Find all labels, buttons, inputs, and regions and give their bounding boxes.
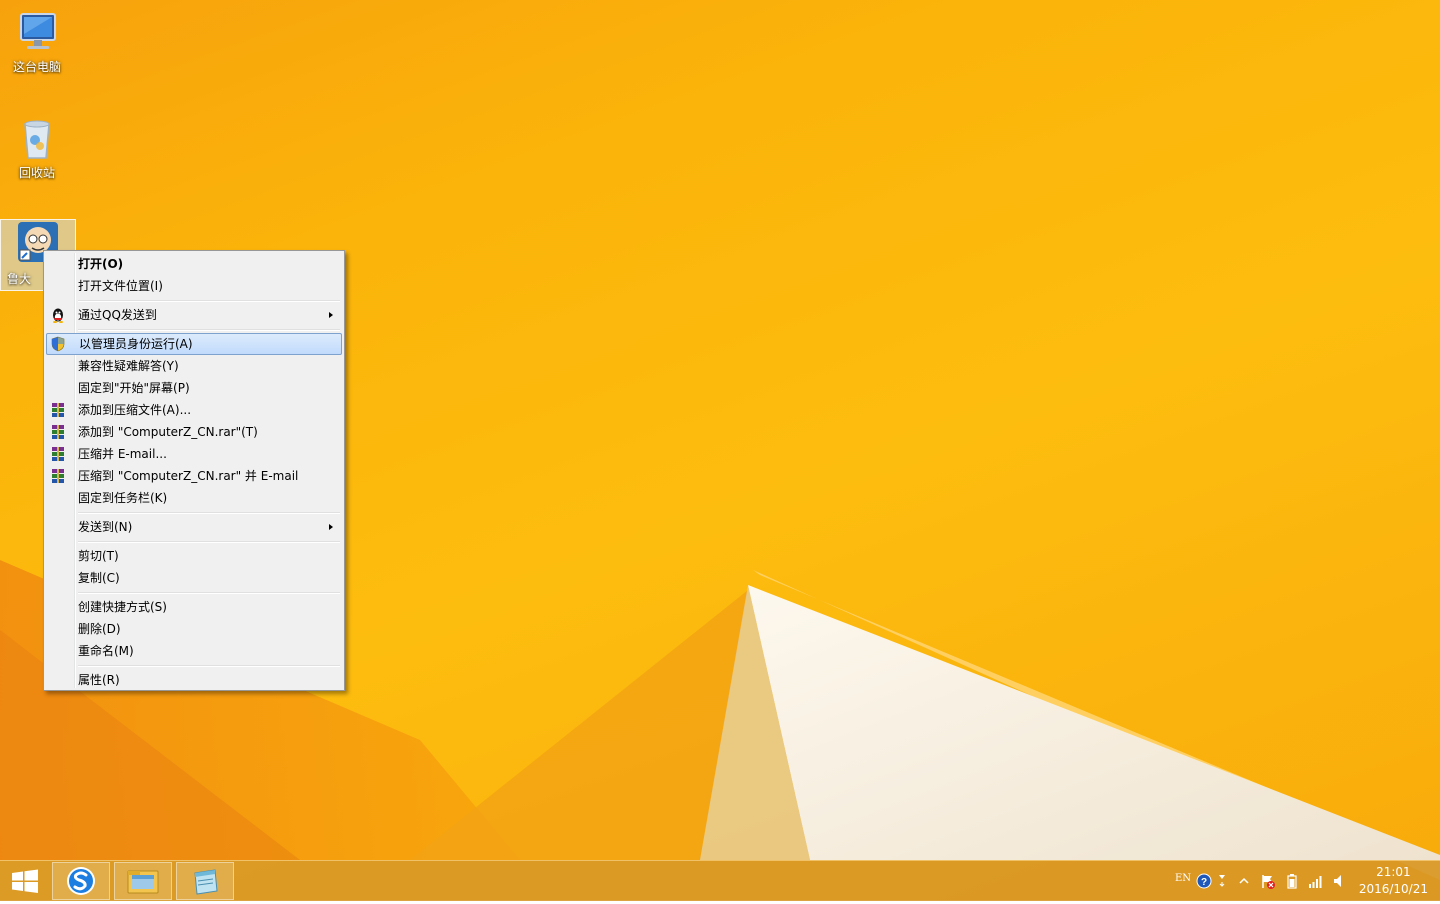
menu-item-label: 通过QQ发送到 — [78, 308, 157, 322]
taskbar-button-notepad[interactable] — [176, 862, 234, 900]
menu-item-label: 打开文件位置(I) — [78, 279, 163, 293]
system-tray: EN ? 21:01 2016/10/21 — [1170, 861, 1440, 901]
menu-separator — [46, 538, 342, 545]
windows-logo-icon — [12, 869, 38, 893]
file-explorer-icon — [127, 870, 159, 894]
menu-item-label: 重命名(M) — [78, 644, 134, 658]
menu-item-cut[interactable]: 剪切(T) — [46, 545, 342, 567]
menu-item-label: 添加到压缩文件(A)... — [78, 403, 192, 417]
action-center-flag-icon[interactable] — [1260, 873, 1276, 889]
clock-date: 2016/10/21 — [1358, 882, 1428, 896]
svg-text:?: ? — [1201, 877, 1207, 888]
context-menu: 打开(O) 打开文件位置(I) 通过QQ发送到 以管理员身份运行(A) 兼容性疑… — [43, 250, 345, 691]
qq-penguin-icon — [50, 307, 66, 323]
menu-item-rename[interactable]: 重命名(M) — [46, 640, 342, 662]
menu-item-send-to[interactable]: 发送到(N) — [46, 516, 342, 538]
input-method-icon[interactable] — [1217, 873, 1227, 889]
submenu-arrow-icon — [329, 524, 333, 530]
volume-icon[interactable] — [1332, 873, 1348, 889]
menu-separator — [46, 326, 342, 333]
menu-item-label: 固定到任务栏(K) — [78, 491, 168, 505]
desktop-icon-recycle-bin[interactable]: 回收站 — [0, 114, 74, 181]
menu-separator — [46, 589, 342, 596]
menu-item-add-to-archive[interactable]: 添加到压缩文件(A)... — [46, 399, 342, 421]
menu-item-send-via-qq[interactable]: 通过QQ发送到 — [46, 304, 342, 326]
menu-item-label: 复制(C) — [78, 571, 120, 585]
menu-item-label: 创建快捷方式(S) — [78, 600, 167, 614]
menu-item-create-shortcut[interactable]: 创建快捷方式(S) — [46, 596, 342, 618]
menu-item-label: 压缩到 "ComputerZ_CN.rar" 并 E-mail — [78, 469, 299, 483]
menu-item-label: 打开(O) — [78, 257, 124, 271]
menu-item-open[interactable]: 打开(O) — [46, 253, 342, 275]
menu-item-label: 删除(D) — [78, 622, 121, 636]
menu-item-run-as-admin[interactable]: 以管理员身份运行(A) — [46, 333, 342, 355]
menu-item-pin-to-taskbar[interactable]: 固定到任务栏(K) — [46, 487, 342, 509]
menu-item-label: 压缩并 E-mail... — [78, 447, 167, 461]
taskbar-button-file-explorer[interactable] — [114, 862, 172, 900]
menu-item-copy[interactable]: 复制(C) — [46, 567, 342, 589]
menu-item-properties[interactable]: 属性(R) — [46, 669, 342, 691]
clock-time: 21:01 — [1376, 865, 1411, 879]
network-signal-icon[interactable] — [1308, 873, 1324, 889]
uac-shield-icon — [50, 336, 66, 352]
winrar-icon — [50, 468, 66, 484]
menu-separator — [46, 509, 342, 516]
menu-item-compress-to-rar-and-email[interactable]: 压缩到 "ComputerZ_CN.rar" 并 E-mail — [46, 465, 342, 487]
menu-separator — [46, 297, 342, 304]
desktop-icon-this-pc[interactable]: 这台电脑 — [0, 8, 74, 75]
menu-item-delete[interactable]: 删除(D) — [46, 618, 342, 640]
start-button[interactable] — [0, 861, 50, 901]
show-hidden-icons-chevron-icon[interactable] — [1238, 873, 1250, 889]
desktop-icon-label: 这台电脑 — [12, 60, 61, 74]
menu-item-pin-to-start[interactable]: 固定到"开始"屏幕(P) — [46, 377, 342, 399]
notepad-icon — [194, 869, 218, 895]
menu-separator — [46, 662, 342, 669]
taskbar-clock[interactable]: 21:01 2016/10/21 — [1359, 864, 1428, 898]
menu-item-compress-and-email[interactable]: 压缩并 E-mail... — [46, 443, 342, 465]
menu-item-add-to-rar[interactable]: 添加到 "ComputerZ_CN.rar"(T) — [46, 421, 342, 443]
menu-item-label: 以管理员身份运行(A) — [79, 337, 193, 351]
menu-item-label: 剪切(T) — [78, 549, 119, 563]
menu-item-label: 固定到"开始"屏幕(P) — [78, 381, 190, 395]
recycle-bin-icon — [13, 114, 61, 162]
submenu-arrow-icon — [329, 312, 333, 318]
help-icon[interactable]: ? — [1196, 873, 1212, 889]
taskbar-button-sogou-browser[interactable] — [52, 862, 110, 900]
menu-item-troubleshoot-compatibility[interactable]: 兼容性疑难解答(Y) — [46, 355, 342, 377]
desktop-icon-label: 回收站 — [18, 166, 55, 180]
battery-icon[interactable] — [1284, 873, 1300, 889]
desktop-icon-label: 鲁大 — [7, 272, 32, 286]
language-indicator[interactable]: EN — [1175, 873, 1191, 884]
menu-item-label: 兼容性疑难解答(Y) — [78, 359, 179, 373]
winrar-icon — [50, 402, 66, 418]
menu-item-label: 添加到 "ComputerZ_CN.rar"(T) — [78, 425, 258, 439]
computer-icon — [13, 8, 61, 56]
taskbar: EN ? 21:01 2016/10/21 — [0, 860, 1440, 901]
menu-item-open-file-location[interactable]: 打开文件位置(I) — [46, 275, 342, 297]
menu-item-label: 属性(R) — [78, 673, 120, 687]
winrar-icon — [50, 446, 66, 462]
menu-item-label: 发送到(N) — [78, 520, 133, 534]
winrar-icon — [50, 424, 66, 440]
sogou-browser-icon — [67, 867, 95, 895]
